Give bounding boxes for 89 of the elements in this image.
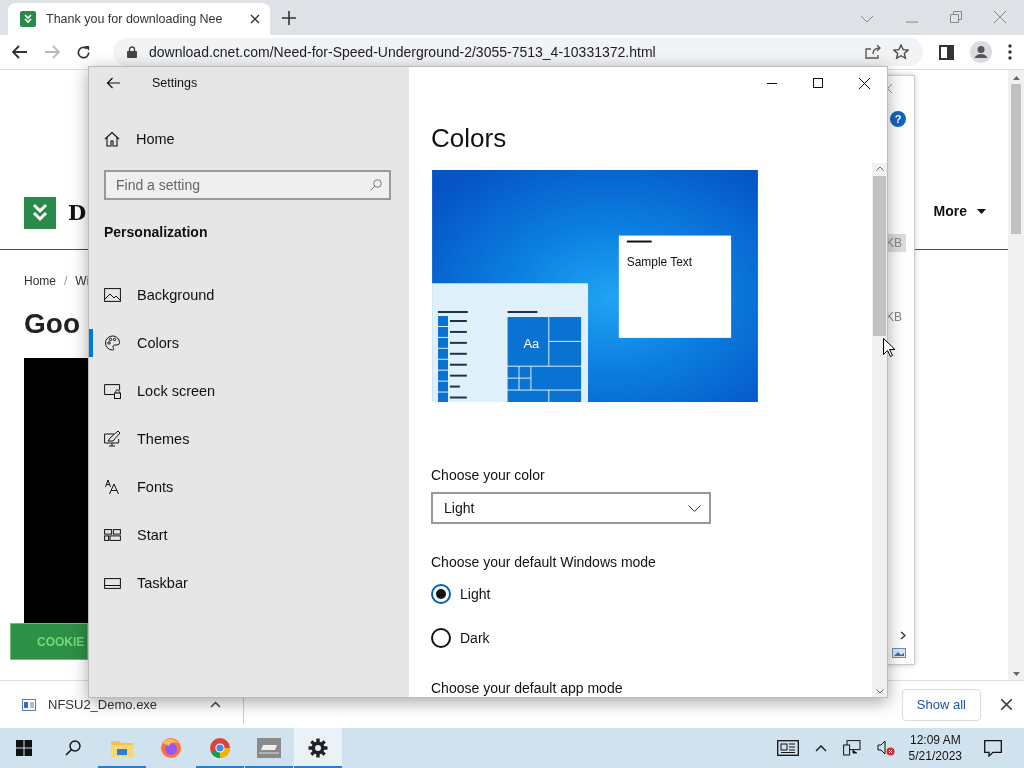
taskbar-icon [104,577,121,589]
close-icon [858,77,870,89]
search-field[interactable]: Find a setting [104,170,391,200]
clock-date: 5/21/2023 [908,748,962,764]
search-icon [370,179,382,191]
scroll-thumb[interactable] [1011,84,1021,234]
scroll-thumb[interactable] [873,176,886,336]
fox-globe-icon [160,737,182,759]
settings-icon [308,738,328,758]
profile-icon[interactable] [970,41,992,63]
palette-icon [104,335,121,351]
windows-logo-icon [16,740,32,756]
page-heading: Goo [24,308,80,340]
tiles-icon [104,529,121,541]
help-icon[interactable]: ? [890,111,906,127]
page-title: Colors [431,122,507,154]
back-arrow-icon[interactable] [12,45,28,59]
browser-tab[interactable]: Thank you for downloading Nee [8,3,270,35]
field-label: Choose your color [431,466,545,485]
nav-item[interactable]: Lock screen [89,367,409,415]
site-logo-icon[interactable] [24,197,56,229]
chevron-down-icon [688,504,701,512]
page-scrollbar[interactable] [1008,70,1024,680]
tab-title: Thank you for downloading Nee [46,12,224,26]
file-icon [22,698,36,711]
nav-item[interactable]: Fonts [89,463,409,511]
site-logo-text[interactable]: D [68,200,87,225]
section-heading: Personalization [104,223,209,242]
chevron-down-icon[interactable] [860,15,874,23]
field-label: Choose your default app mode [431,679,623,697]
scroll-up-icon[interactable] [1012,76,1020,80]
back-arrow-icon[interactable] [106,77,120,89]
minimize-icon [767,82,777,84]
sample-text: Sample Text [626,255,693,270]
menu-icon[interactable] [1008,44,1012,60]
breadcrumb-link[interactable]: Home [24,274,56,288]
notification-icon[interactable] [984,739,1002,757]
game-icon [257,738,281,758]
maximize-icon [813,78,823,88]
show-all-button[interactable]: Show all [901,688,981,721]
share-icon[interactable] [865,45,881,59]
caret-icon [977,208,986,214]
url-text: download.cnet.com/Need-for-Speed-Underground-2/3055-7513_4-10331372.html [149,44,656,60]
picture-icon [104,288,121,302]
color-dropdown[interactable]: Light [431,492,711,525]
home-item[interactable]: Home [104,119,409,159]
brush-monitor-icon [104,431,121,447]
close-icon[interactable] [250,14,260,24]
nav-item[interactable]: Start [89,511,409,559]
window-title: Settings [152,76,198,90]
clock[interactable]: 12:09 AM 5/21/2023 [908,732,962,764]
address-bar[interactable]: download.cnet.com/Need-for-Speed-Underground-2/3055-7513_4-10331372.html [113,38,923,66]
speaker-muted-icon[interactable] [876,740,895,756]
new-tab-icon[interactable] [282,11,296,25]
star-icon[interactable] [893,44,909,60]
screen-lock-icon [104,383,121,399]
side-panel-icon[interactable] [939,44,954,60]
tile-text: Aa [523,335,540,351]
download-logo-icon [20,11,36,27]
network-icon[interactable] [842,740,861,756]
chrome-ring-icon [209,737,231,759]
restore-icon[interactable] [950,11,962,23]
field-label: Choose your default Windows mode [431,553,656,572]
clock-time: 12:09 AM [909,732,961,748]
chevron-up-icon[interactable] [814,744,827,752]
folder-icon [111,739,133,757]
nav-item[interactable]: Themes [89,415,409,463]
scroll-down-icon[interactable] [1012,672,1020,676]
news-icon[interactable] [776,740,799,756]
reload-icon[interactable] [76,44,91,60]
chevron-down-icon[interactable] [875,689,884,694]
settings-scrollbar[interactable] [872,163,887,697]
house-icon [104,131,120,147]
nav-item[interactable]: Colors [89,319,409,367]
download-file-name[interactable]: NFSU2_Demo.exe [48,697,198,712]
search-icon [65,740,81,756]
chevron-right-icon[interactable] [900,631,906,640]
image-icon [892,648,906,658]
more-menu[interactable]: More [933,203,986,219]
nav-item[interactable]: Taskbar [89,559,409,607]
nav-item[interactable]: Background [89,271,409,319]
close-icon[interactable] [1001,699,1012,710]
radio-option[interactable]: Dark [431,627,490,649]
caret-up-icon[interactable] [210,701,221,708]
radio-option[interactable]: Light [431,583,491,606]
breadcrumb-separator: / [64,274,68,288]
lock-icon [127,46,137,58]
letters-icon [104,479,121,495]
taskbar-app[interactable] [294,728,342,768]
